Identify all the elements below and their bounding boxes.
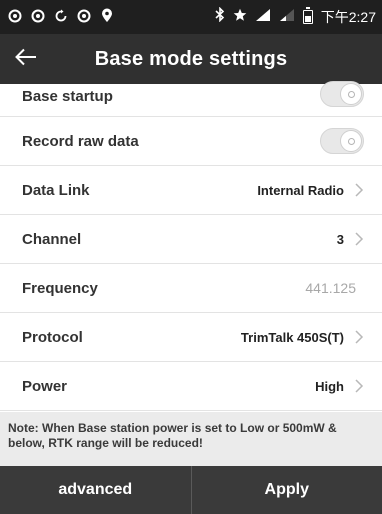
toggle-knob [340,83,362,105]
status-bar: 下午2:27 [0,0,382,34]
setting-control: High [315,379,364,394]
setting-row-data-link[interactable]: Data Link Internal Radio [0,166,382,215]
notification-icon [77,9,91,26]
chevron-right-icon [355,330,364,344]
setting-value: Internal Radio [257,182,344,198]
signal-weak-icon [279,8,295,27]
setting-control: Internal Radio [257,183,364,198]
notification-icon [8,9,22,26]
back-button[interactable] [0,34,52,84]
chevron-right-icon [355,379,364,393]
setting-control: TrimTalk 450S(T) [241,330,364,345]
setting-control: 3 [337,232,364,247]
setting-label: Record raw data [22,132,139,150]
advanced-button[interactable]: advanced [0,466,191,514]
setting-value: TrimTalk 450S(T) [240,329,344,345]
base-startup-toggle[interactable] [320,81,364,107]
toggle-knob [340,130,362,152]
arrow-left-icon [15,48,37,71]
signal-icon [255,8,271,27]
chevron-right-icon [355,183,364,197]
status-time: 下午2:27 [320,9,376,25]
power-range-note: Note: When Base station power is set to … [0,412,382,466]
page-title: Base mode settings [94,47,288,70]
setting-label: Power [22,377,68,395]
setting-row-channel[interactable]: Channel 3 [0,215,382,264]
setting-label: Data Link [22,181,90,199]
setting-row-record-raw-data[interactable]: Record raw data [0,117,382,166]
status-bar-left-icons [8,8,114,26]
setting-value: High [315,378,344,394]
battery-icon [302,7,313,24]
location-pin-icon [100,8,114,26]
setting-row-base-startup[interactable]: Base startup [0,81,382,117]
notification-icon [31,9,45,26]
setting-control: 441.125 [305,280,364,296]
setting-label: Protocol [22,328,83,346]
app-header: Base mode settings [0,34,382,84]
settings-list: Base startup Record raw data Data Link I… [0,81,382,411]
setting-label: Base startup [22,87,113,105]
setting-control [320,81,364,107]
status-bar-right-icons: 下午2:27 [215,6,376,27]
bottom-action-bar: advanced Apply [0,466,382,514]
chevron-right-icon [355,232,364,246]
bluetooth-icon [215,6,225,27]
setting-control [320,128,364,154]
apply-button[interactable]: Apply [192,466,382,514]
record-raw-data-toggle[interactable] [320,128,364,154]
base-mode-settings-screen: 下午2:27 Base mode settings Base startup R… [0,0,382,514]
setting-value: 441.125 [305,280,356,296]
star-icon [233,8,247,27]
setting-label: Channel [22,230,82,248]
setting-row-power[interactable]: Power High [0,362,382,411]
setting-row-protocol[interactable]: Protocol TrimTalk 450S(T) [0,313,382,362]
setting-label: Frequency [22,279,98,297]
sync-icon [54,9,68,26]
setting-row-frequency: Frequency 441.125 [0,264,382,313]
setting-value: 3 [336,231,344,247]
